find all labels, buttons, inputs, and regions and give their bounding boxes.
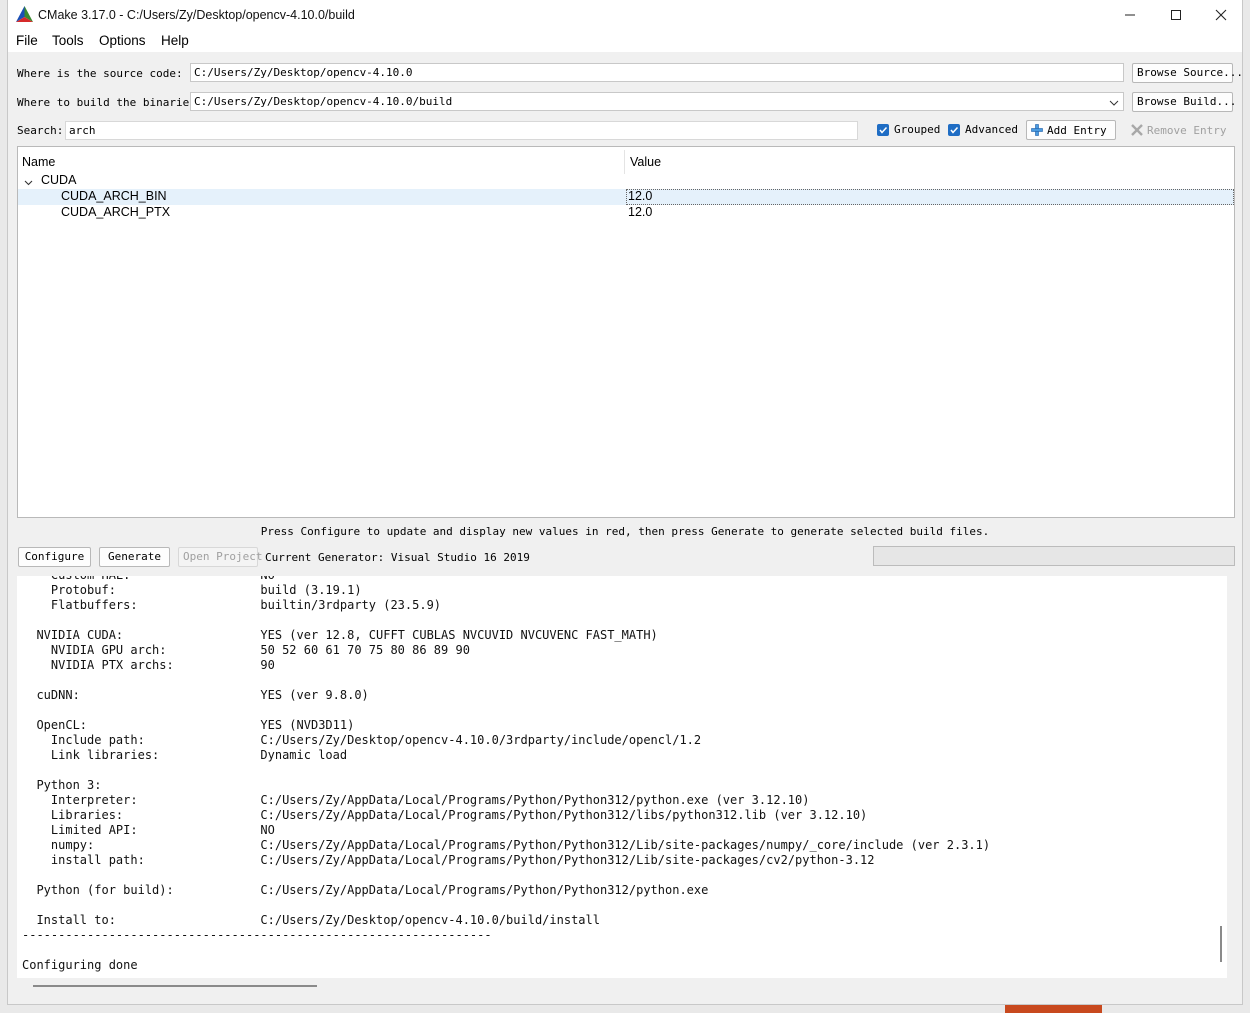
tree-row[interactable]: CUDA_ARCH_PTX 12.0 — [18, 205, 1234, 221]
grouped-checkbox[interactable]: Grouped — [877, 123, 940, 136]
log-line: OpenCL: YES (NVD3D11) — [22, 718, 355, 732]
close-icon — [1215, 9, 1227, 21]
column-header-name[interactable]: Name — [22, 155, 55, 169]
log-line: Link libraries: Dynamic load — [22, 748, 348, 762]
remove-entry-label: Remove Entry — [1147, 123, 1227, 137]
log-line: Protobuf: build (3.19.1) — [22, 583, 362, 597]
grouped-label: Grouped — [894, 123, 941, 136]
log-line: NVIDIA CUDA: YES (ver 12.8, CUFFT CUBLAS… — [22, 628, 658, 642]
cmake-logo-icon — [16, 6, 33, 25]
tree-row[interactable]: CUDA_ARCH_BIN 12.0 — [18, 189, 1234, 205]
configure-button[interactable]: Configure — [18, 547, 91, 567]
advanced-checkbox[interactable]: Advanced — [948, 123, 1018, 136]
log-line: Configuring done — [22, 958, 138, 972]
column-header-value[interactable]: Value — [630, 155, 661, 169]
build-path-combobox[interactable]: C:/Users/Zy/Desktop/opencv-4.10.0/build — [190, 92, 1124, 111]
window-title: CMake 3.17.0 - C:/Users/Zy/Desktop/openc… — [38, 8, 355, 22]
chevron-down-icon[interactable] — [24, 176, 33, 190]
log-line: cuDNN: YES (ver 9.8.0) — [22, 688, 369, 702]
log-line: Python 3: — [22, 778, 102, 792]
build-path-value: C:/Users/Zy/Desktop/opencv-4.10.0/build — [194, 95, 453, 108]
add-entry-label: Add Entry — [1047, 123, 1107, 137]
remove-entry-button[interactable]: Remove Entry — [1126, 120, 1234, 140]
log-line: Install to: C:/Users/Zy/Desktop/opencv-4… — [22, 913, 600, 927]
menu-file[interactable]: File — [16, 33, 38, 48]
log-line: numpy: C:/Users/Zy/AppData/Local/Program… — [22, 838, 991, 852]
log-line: install path: C:/Users/Zy/AppData/Local/… — [22, 853, 875, 867]
remove-icon — [1131, 124, 1143, 136]
checkmark-icon — [948, 123, 960, 136]
open-project-button[interactable]: Open Project — [178, 547, 262, 567]
log-line: ----------------------------------------… — [22, 928, 492, 942]
output-log-text: Custom HAL: NO Protobuf: build (3.19.1) … — [22, 576, 990, 973]
close-button[interactable] — [1198, 0, 1244, 30]
entry-value[interactable]: 12.0 — [628, 189, 652, 203]
plus-icon — [1031, 124, 1043, 136]
generate-button[interactable]: Generate — [99, 547, 170, 567]
current-generator-label: Current Generator: Visual Studio 16 2019 — [265, 551, 530, 564]
tree-group-cuda[interactable]: CUDA — [18, 173, 1234, 189]
browse-build-button[interactable]: Browse Build... — [1132, 92, 1236, 112]
configure-hint: Press Configure to update and display ne… — [260, 525, 990, 538]
menu-help[interactable]: Help — [161, 33, 189, 48]
progress-bar — [873, 546, 1235, 566]
maximize-icon — [1171, 10, 1181, 20]
advanced-label: Advanced — [965, 123, 1018, 136]
maximize-button[interactable] — [1153, 0, 1199, 30]
output-log[interactable]: Custom HAL: NO Protobuf: build (3.19.1) … — [17, 576, 1227, 978]
checkmark-icon — [877, 123, 889, 136]
log-line: Flatbuffers: builtin/3rdparty (23.5.9) — [22, 598, 442, 612]
entry-value[interactable]: 12.0 — [628, 205, 652, 219]
log-line: Include path: C:/Users/Zy/Desktop/opencv… — [22, 733, 702, 747]
log-line: Limited API: NO — [22, 823, 275, 837]
vertical-scrollbar-thumb[interactable] — [1220, 926, 1222, 962]
cache-entries-tree[interactable]: Name Value CUDA CUDA_ARCH_BIN 12.0 CUDA_… — [17, 146, 1235, 518]
log-line: Custom HAL: NO — [22, 576, 275, 582]
horizontal-scrollbar-thumb[interactable] — [33, 985, 317, 987]
tree-group-label: CUDA — [41, 173, 77, 187]
entry-name: CUDA_ARCH_PTX — [61, 205, 171, 219]
source-path-input[interactable]: C:/Users/Zy/Desktop/opencv-4.10.0 — [190, 63, 1124, 82]
log-line: Python (for build): C:/Users/Zy/AppData/… — [22, 883, 709, 897]
value-editor-focus — [626, 189, 1234, 205]
cmake-window: CMake 3.17.0 - C:/Users/Zy/Desktop/openc… — [7, 0, 1243, 1005]
chevron-down-icon[interactable] — [1109, 97, 1119, 110]
source-path-label: Where is the source code: — [17, 67, 183, 80]
log-line: Libraries: C:/Users/Zy/AppData/Local/Pro… — [22, 808, 868, 822]
minimize-icon — [1125, 14, 1135, 16]
add-entry-button[interactable]: Add Entry — [1026, 120, 1116, 140]
column-separator — [624, 150, 625, 174]
log-line: Interpreter: C:/Users/Zy/AppData/Local/P… — [22, 793, 810, 807]
menu-tools[interactable]: Tools — [52, 33, 84, 48]
menu-bar: File Tools Options Help — [8, 30, 1242, 52]
minimize-button[interactable] — [1107, 0, 1153, 30]
background-window-fragment — [1005, 1005, 1102, 1013]
log-line: NVIDIA GPU arch: 50 52 60 61 70 75 80 86… — [22, 643, 470, 657]
browse-source-button[interactable]: Browse Source... — [1132, 63, 1243, 83]
menu-options[interactable]: Options — [99, 33, 146, 48]
title-bar: CMake 3.17.0 - C:/Users/Zy/Desktop/openc… — [8, 0, 1242, 30]
search-input[interactable]: arch — [65, 121, 858, 140]
build-path-label: Where to build the binaries: — [17, 96, 203, 109]
search-label: Search: — [17, 124, 64, 137]
entry-name: CUDA_ARCH_BIN — [61, 189, 167, 203]
log-line: NVIDIA PTX archs: 90 — [22, 658, 275, 672]
